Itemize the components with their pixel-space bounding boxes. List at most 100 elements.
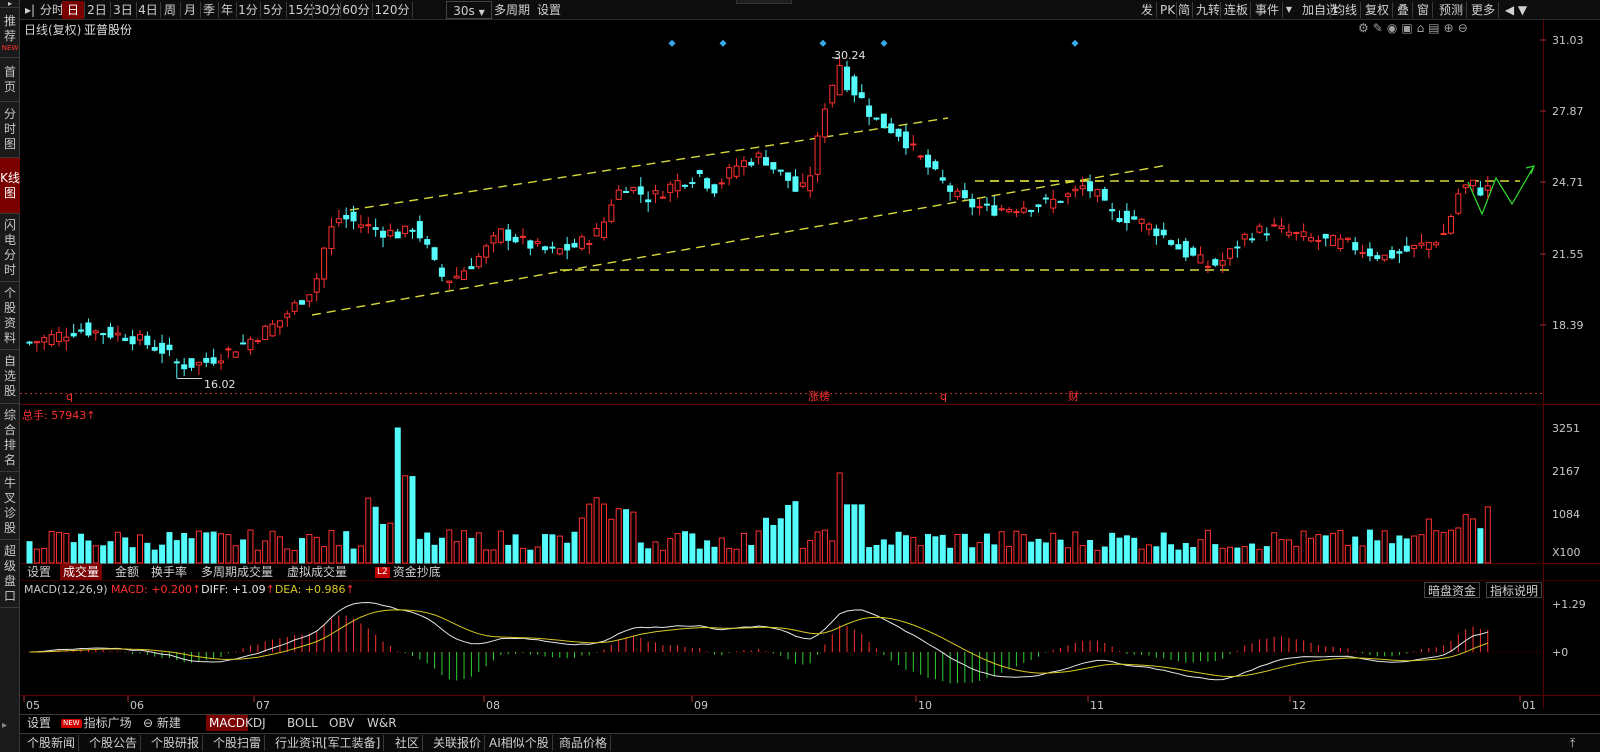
bottom-tab-3[interactable]: 个股扫雷 [210, 735, 266, 751]
volume-bar [1138, 548, 1145, 564]
indicator-tab-label: BOLL [287, 716, 318, 730]
bottom-tab-4[interactable]: 行业资讯[军工装备] [272, 735, 385, 751]
candle-body [1057, 200, 1064, 203]
candle-body [151, 346, 158, 351]
volume-bar [402, 475, 409, 564]
volume-tab-1[interactable]: 成交量 [60, 564, 103, 580]
volume-bar [1131, 537, 1138, 564]
candle-body [63, 336, 70, 342]
candle-body [1212, 259, 1219, 266]
volume-tab-2[interactable]: 金额 [112, 564, 142, 580]
indicator-tab-4[interactable]: KDJ [242, 715, 269, 731]
volume-bar [851, 504, 858, 564]
candle-body [1226, 248, 1233, 259]
candle-body [961, 190, 968, 199]
volume-bar [895, 531, 902, 564]
volume-label: 总手 [22, 409, 44, 422]
volume-bar [461, 530, 468, 564]
indicator-help-button[interactable]: 指标说明 [1486, 582, 1543, 598]
volume-tab-5[interactable]: 虚拟成交量 [284, 564, 350, 580]
volume-bar [63, 532, 70, 564]
bottom-tab-0[interactable]: 个股新闻 [24, 735, 80, 751]
volume-tab-3[interactable]: 换手率 [148, 564, 190, 580]
volume-tab-6[interactable]: L2 资金抄底 [372, 564, 444, 580]
bottom-tab-1[interactable]: 个股公告 [86, 735, 142, 751]
signal-marker [880, 39, 888, 47]
left-panel-arrow-icon[interactable]: ▸ [2, 719, 7, 733]
volume-tick: 3251 [1552, 422, 1580, 435]
candle-body [571, 242, 578, 248]
volume-bar [217, 533, 224, 564]
candle-body [608, 204, 615, 222]
volume-bar [527, 549, 534, 564]
collapse-up-icon[interactable]: ⤒ [1570, 736, 1575, 750]
volume-bar [262, 540, 269, 564]
indicator-tab-2[interactable]: ⊖ 新建 [140, 715, 184, 731]
dark-pool-button[interactable]: 暗盘资金 [1424, 582, 1481, 598]
volume-bar [1145, 544, 1152, 564]
candlesticks [26, 57, 1491, 379]
volume-bar [1197, 539, 1204, 564]
bottom-tab-8[interactable]: 商品价格 [556, 735, 612, 751]
indicator-tab-7[interactable]: W&R [364, 715, 400, 731]
volume-bar [269, 530, 276, 564]
chart-canvas[interactable] [0, 0, 1600, 752]
event-label[interactable]: 涨榜 [808, 390, 830, 404]
time-tick: 12 [1292, 699, 1306, 712]
indicator-tabs: 设置 NEW 指标广场 ⊖ 新建 MACD KDJ BOLL OBV W&R [20, 714, 1600, 731]
candle-body [954, 190, 961, 198]
macd-tick: +0 [1552, 646, 1569, 659]
bottom-tab-5[interactable]: 社区 [392, 735, 424, 751]
volume-bar [1411, 535, 1418, 564]
candle-body [1249, 238, 1256, 241]
volume-tab-label: 多周期成交量 [201, 565, 274, 579]
volume-bar [512, 534, 519, 564]
new-badge: NEW [61, 719, 82, 728]
volume-bar [844, 504, 851, 564]
volume-bar [1109, 532, 1116, 564]
indicator-tab-5[interactable]: BOLL [284, 715, 321, 731]
candle-body [321, 247, 328, 280]
candle-body [100, 333, 107, 336]
candle-body [1300, 231, 1307, 238]
bottom-tab-2[interactable]: 个股研报 [148, 735, 204, 751]
volume-bar [1389, 543, 1396, 564]
bottom-tab-7[interactable]: AI相似个股 [486, 735, 553, 751]
candle-body [1256, 225, 1263, 233]
candle-body [821, 108, 828, 138]
volume-bar [431, 544, 438, 564]
volume-bar [1006, 545, 1013, 564]
indicator-tab-0[interactable]: 设置 [24, 715, 54, 731]
volume-bar [254, 549, 261, 564]
volume-bar [299, 538, 306, 564]
candle-body [107, 326, 114, 338]
indicator-tab-6[interactable]: OBV [326, 715, 358, 731]
indicator-tab-1[interactable]: NEW 指标广场 [58, 715, 135, 731]
volume-tab-4[interactable]: 多周期成交量 [198, 564, 276, 580]
event-label[interactable]: q [940, 390, 947, 404]
volume-bar [645, 548, 652, 564]
candle-body [1477, 187, 1484, 196]
indicator-help-label: 指标说明 [1490, 584, 1539, 598]
bottom-tab-6[interactable]: 关联报价 [430, 735, 486, 751]
event-label[interactable]: q [66, 390, 73, 404]
stock-chart-window: ▸ 推荐 NEW 首页 分时图 K线图 闪电分时 个股资料 自选股 综合排名 牛叉… [0, 0, 1600, 752]
volume-bar [880, 539, 887, 564]
candle-body [55, 331, 62, 342]
candle-body [711, 184, 718, 194]
volume-tab-0[interactable]: 设置 [24, 564, 54, 580]
candle-body [144, 335, 151, 346]
candle-body [122, 337, 129, 341]
volume-bar [681, 531, 688, 564]
candle-body [1109, 209, 1116, 212]
candle-body [424, 239, 431, 245]
candle-body [748, 161, 755, 166]
candle-body [254, 340, 261, 343]
event-label[interactable]: 财 [1068, 390, 1079, 404]
candle-body [217, 360, 224, 364]
volume-bar [556, 535, 563, 564]
volume-bar [321, 546, 328, 564]
volume-bar [181, 533, 188, 564]
candle-body [306, 294, 313, 302]
candle-body [1064, 193, 1071, 197]
